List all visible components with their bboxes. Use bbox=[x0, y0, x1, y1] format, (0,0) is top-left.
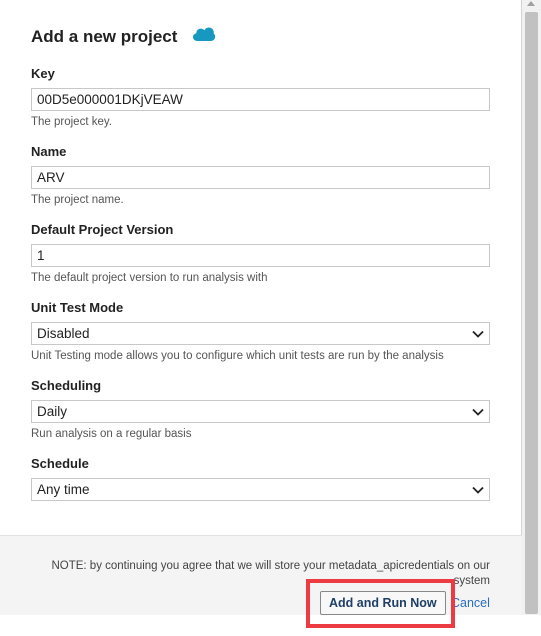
scroll-up-arrow-icon[interactable] bbox=[527, 1, 535, 6]
key-field-group: Key The project key. bbox=[31, 66, 490, 129]
scrollbar-thumb[interactable] bbox=[525, 12, 538, 614]
scheduling-select[interactable]: Daily bbox=[31, 400, 490, 423]
unit-test-mode-select[interactable]: Disabled bbox=[31, 322, 490, 345]
unit-test-mode-help-text: Unit Testing mode allows you to configur… bbox=[31, 350, 444, 362]
version-field-group: Default Project Version The default proj… bbox=[31, 222, 490, 285]
chevron-down-icon bbox=[472, 486, 484, 494]
chevron-down-icon bbox=[472, 330, 484, 338]
page-bottom-background bbox=[0, 615, 541, 636]
name-input[interactable] bbox=[31, 166, 490, 189]
scheduling-help-text: Run analysis on a regular basis bbox=[31, 428, 192, 440]
schedule-selected-value: Any time bbox=[37, 482, 90, 497]
name-label: Name bbox=[31, 144, 67, 159]
dialog-title: Add a new project bbox=[31, 26, 178, 46]
name-field-group: Name The project name. bbox=[31, 144, 490, 207]
cancel-link[interactable]: Cancel bbox=[451, 596, 490, 610]
add-and-run-now-button[interactable]: Add and Run Now bbox=[320, 591, 446, 615]
unit-test-mode-field-group: Unit Test Mode Disabled Unit Testing mod… bbox=[31, 300, 490, 363]
schedule-field-group: Schedule Any time bbox=[31, 456, 490, 501]
schedule-select[interactable]: Any time bbox=[31, 478, 490, 501]
chevron-down-icon bbox=[472, 408, 484, 416]
dialog-header: Add a new project bbox=[31, 25, 216, 48]
schedule-label: Schedule bbox=[31, 456, 89, 471]
name-help-text: The project name. bbox=[31, 194, 124, 206]
version-label: Default Project Version bbox=[31, 222, 174, 237]
storage-consent-note: NOTE: by continuing you agree that we wi… bbox=[51, 560, 490, 587]
salesforce-cloud-icon bbox=[192, 25, 216, 48]
scheduling-label: Scheduling bbox=[31, 378, 102, 393]
key-label: Key bbox=[31, 66, 55, 81]
scheduling-selected-value: Daily bbox=[37, 404, 68, 419]
vertical-scrollbar[interactable] bbox=[522, 0, 541, 636]
scheduling-field-group: Scheduling Daily Run analysis on a regul… bbox=[31, 378, 490, 441]
key-help-text: The project key. bbox=[31, 116, 112, 128]
add-project-dialog: Add a new project Key The project key. N… bbox=[0, 0, 522, 636]
unit-test-mode-selected-value: Disabled bbox=[37, 326, 90, 341]
version-help-text: The default project version to run analy… bbox=[31, 272, 268, 284]
key-input[interactable] bbox=[31, 88, 490, 111]
unit-test-mode-label: Unit Test Mode bbox=[31, 300, 124, 315]
version-input[interactable] bbox=[31, 244, 490, 267]
